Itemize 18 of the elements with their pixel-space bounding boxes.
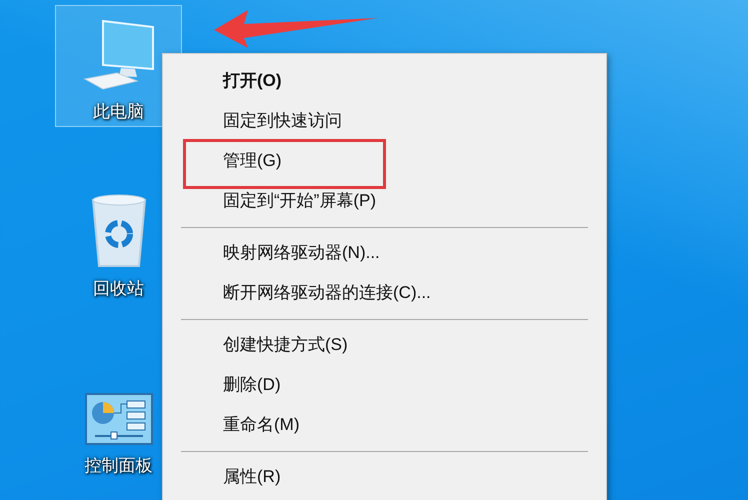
icon-label: 此电脑 [93,103,144,120]
menu-item[interactable]: 重命名(M) [223,412,300,438]
arrow-icon [214,10,378,48]
icon-label: 控制面板 [84,457,152,474]
menu-item[interactable]: 断开网络驱动器的连接(C)... [223,280,431,306]
icon-label: 回收站 [93,280,144,297]
menu-item[interactable]: 删除(D) [223,372,281,398]
menu-item[interactable]: 固定到“开始”屏幕(P) [223,188,376,214]
menu-item[interactable]: 打开(O) [223,68,282,94]
computer-icon [80,19,156,91]
menu-item[interactable]: 属性(R) [223,464,281,490]
desktop-icon[interactable]: 控制面板 [55,359,182,481]
menu-item[interactable]: 管理(G) [223,148,282,174]
menu-item[interactable]: 映射网络驱动器(N)... [223,240,380,266]
menu-item[interactable]: 固定到快速访问 [223,108,342,134]
control-panel-icon [84,393,152,445]
recycle-bin-icon [90,194,146,268]
menu-item[interactable]: 创建快捷方式(S) [223,332,348,358]
